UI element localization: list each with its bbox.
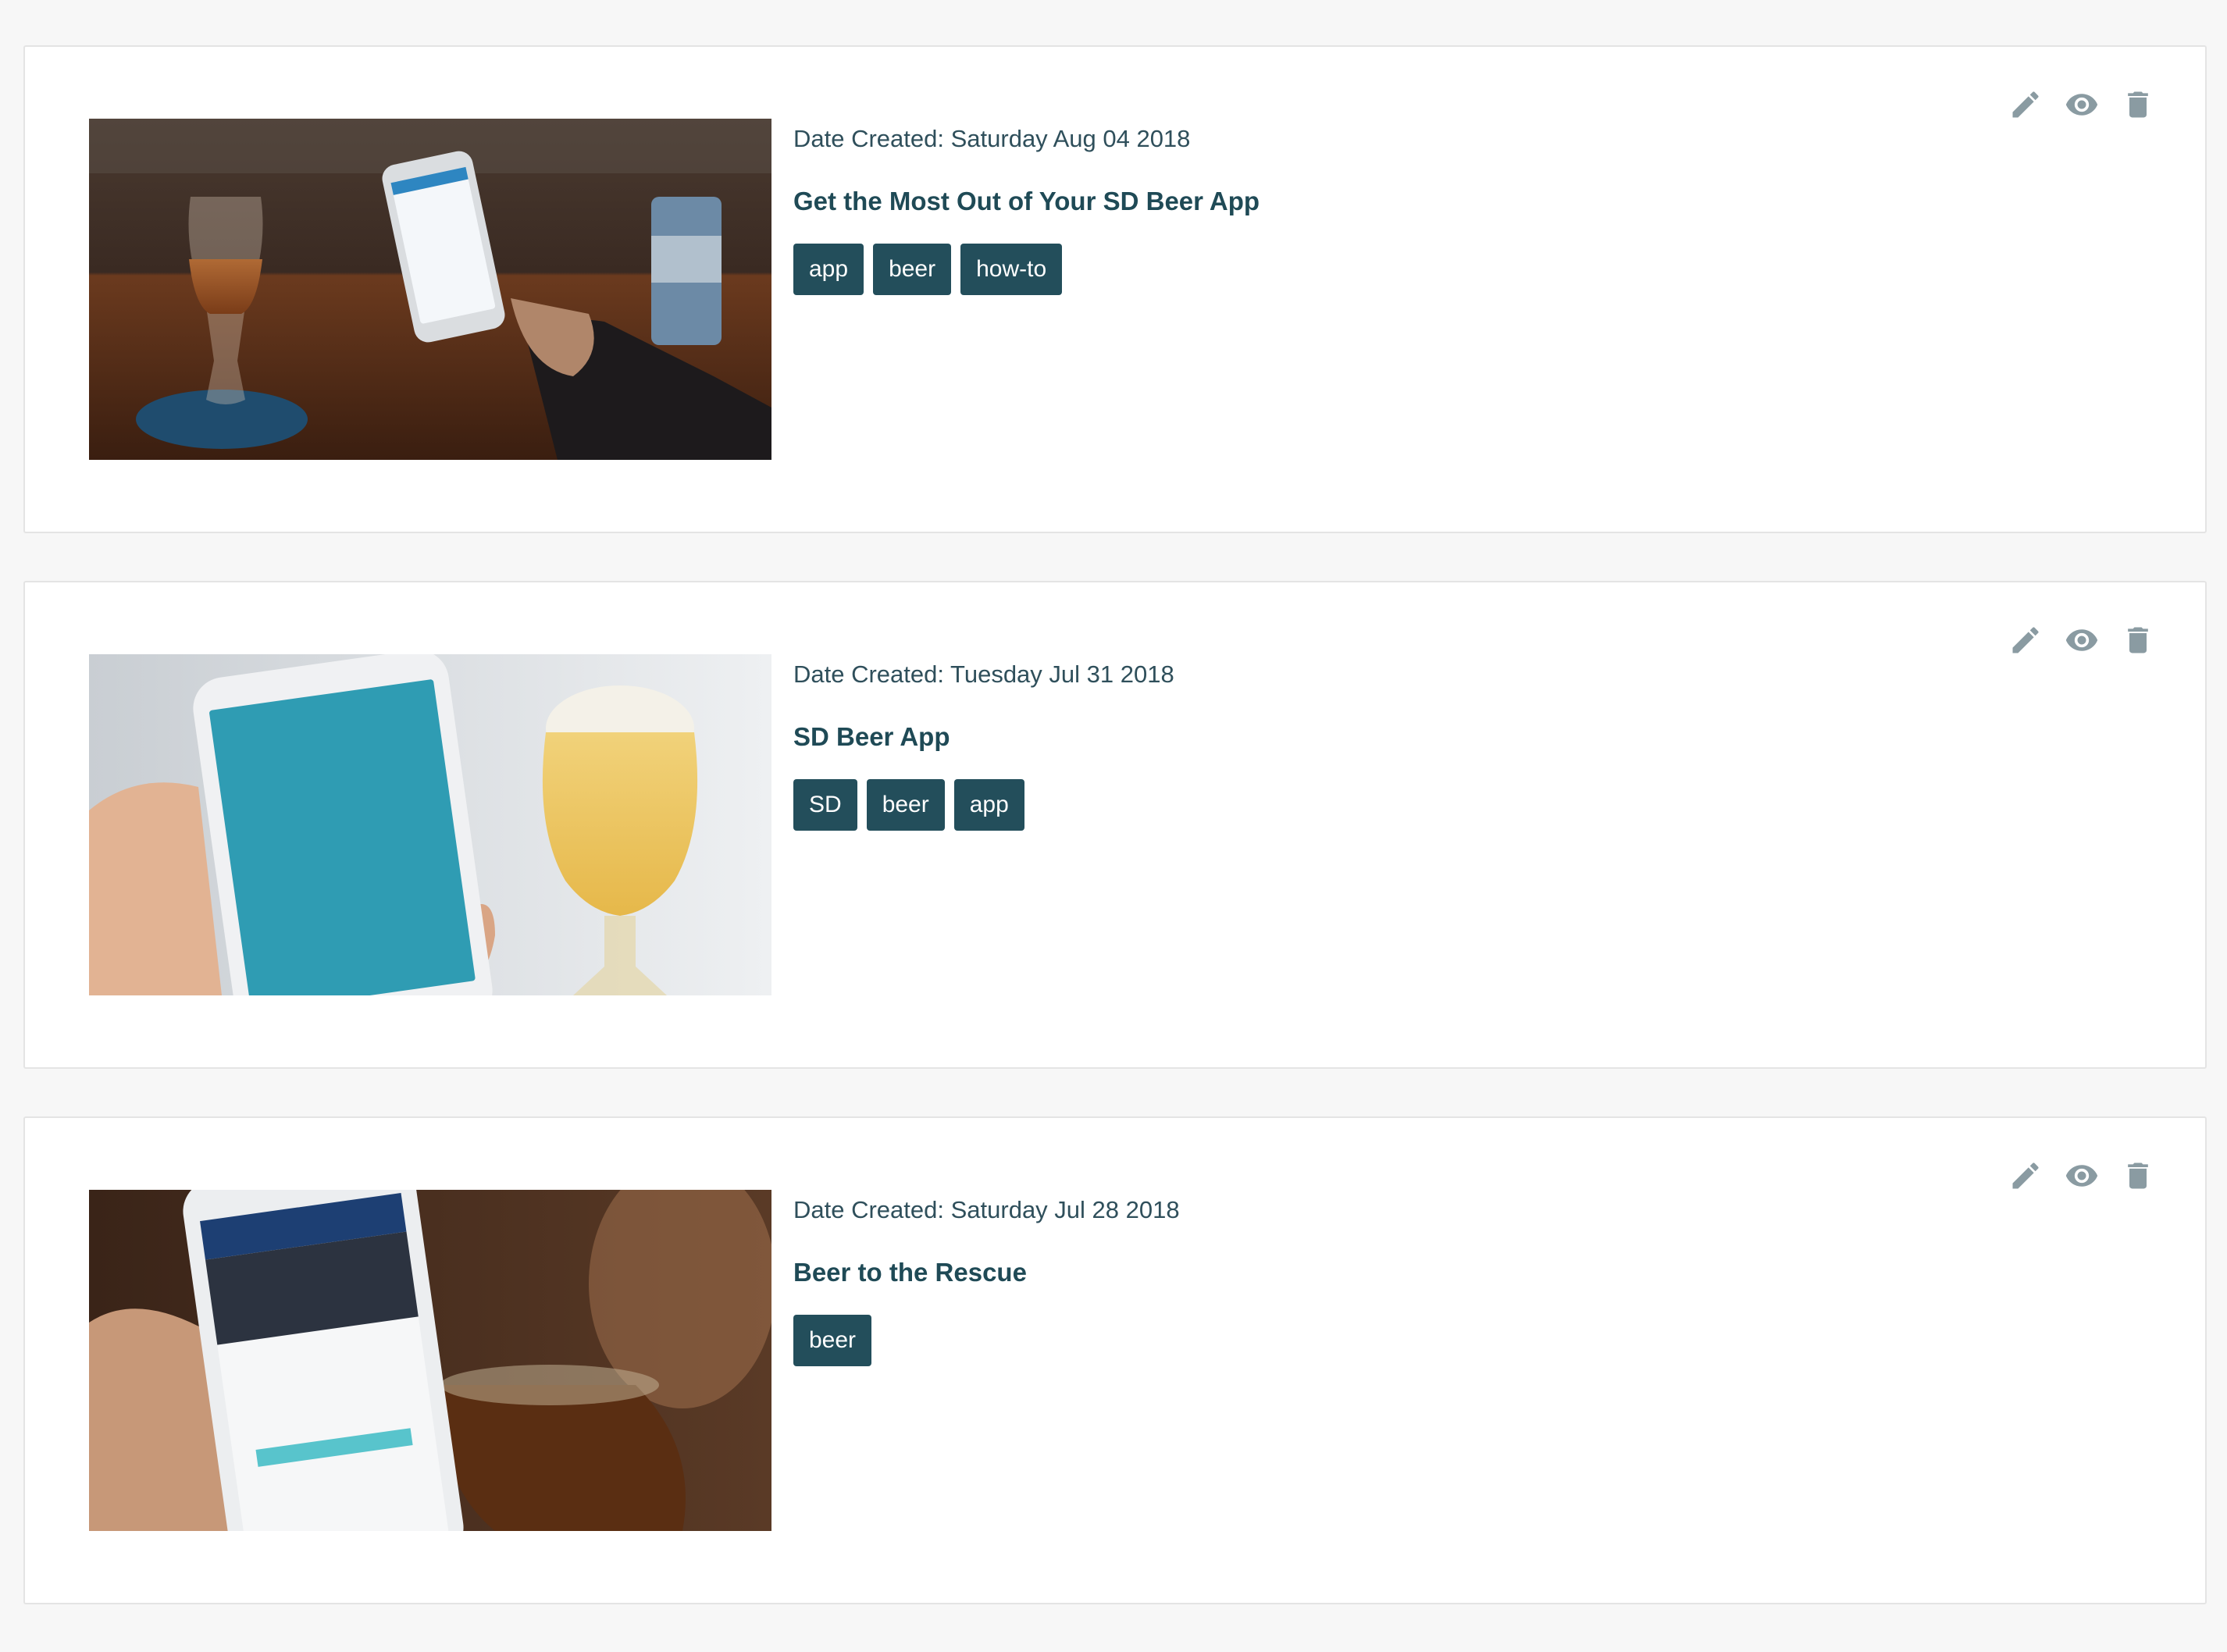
post-card: Date Created: Tuesday Jul 31 2018 SD Bee… [23, 581, 2207, 1069]
post-actions [2008, 1159, 2155, 1193]
tag-chip[interactable]: beer [866, 779, 945, 831]
sd-beer-splash-photo [89, 654, 771, 995]
post-thumbnail[interactable] [89, 119, 771, 460]
pencil-icon [2012, 91, 2039, 118]
view-button[interactable] [2065, 1159, 2099, 1193]
post-tags: beer [793, 1315, 1965, 1366]
eye-icon [2065, 629, 2098, 651]
post-date: Date Created: Saturday Jul 28 2018 [793, 1196, 1180, 1223]
tag-chip[interactable]: how-to [960, 244, 1063, 295]
eye-icon [2065, 94, 2098, 116]
post-title[interactable]: Beer to the Rescue [793, 1255, 1965, 1290]
post-list: Date Created: Saturday Aug 04 2018 Get t… [23, 45, 2207, 1652]
tag-chip[interactable]: app [793, 244, 864, 295]
beer-app-photo [89, 119, 771, 460]
post-thumbnail[interactable] [89, 1190, 771, 1531]
trash-icon [2128, 91, 2148, 118]
view-button[interactable] [2065, 87, 2099, 122]
edit-button[interactable] [2008, 87, 2043, 122]
delete-button[interactable] [2121, 87, 2155, 122]
delete-button[interactable] [2121, 1159, 2155, 1193]
post-date: Date Created: Tuesday Jul 31 2018 [793, 660, 1174, 688]
pencil-icon [2012, 627, 2039, 653]
post-card: Date Created: Saturday Jul 28 2018 Beer … [23, 1116, 2207, 1604]
delete-button[interactable] [2121, 623, 2155, 657]
edit-button[interactable] [2008, 623, 2043, 657]
post-date: Date Created: Saturday Aug 04 2018 [793, 125, 1191, 152]
post-info: Date Created: Saturday Jul 28 2018 Beer … [793, 1190, 1965, 1366]
post-tags: app beer how-to [793, 244, 1965, 295]
tag-chip[interactable]: SD [793, 779, 857, 831]
post-actions [2008, 623, 2155, 657]
view-button[interactable] [2065, 623, 2099, 657]
post-title[interactable]: Get the Most Out of Your SD Beer App [793, 184, 1965, 219]
tag-chip[interactable]: app [953, 779, 1024, 831]
edit-button[interactable] [2008, 1159, 2043, 1193]
pencil-icon [2012, 1162, 2039, 1189]
beer-rescue-photo [89, 1190, 771, 1531]
tag-chip[interactable]: beer [873, 244, 952, 295]
post-card: Date Created: Saturday Aug 04 2018 Get t… [23, 45, 2207, 533]
post-info: Date Created: Saturday Aug 04 2018 Get t… [793, 119, 1965, 295]
post-actions [2008, 87, 2155, 122]
eye-icon [2065, 1165, 2098, 1187]
trash-icon [2128, 1162, 2148, 1189]
post-thumbnail[interactable] [89, 654, 771, 995]
post-info: Date Created: Tuesday Jul 31 2018 SD Bee… [793, 654, 1965, 831]
post-title[interactable]: SD Beer App [793, 720, 1965, 754]
trash-icon [2128, 627, 2148, 653]
tag-chip[interactable]: beer [793, 1315, 872, 1366]
post-tags: SD beer app [793, 779, 1965, 831]
